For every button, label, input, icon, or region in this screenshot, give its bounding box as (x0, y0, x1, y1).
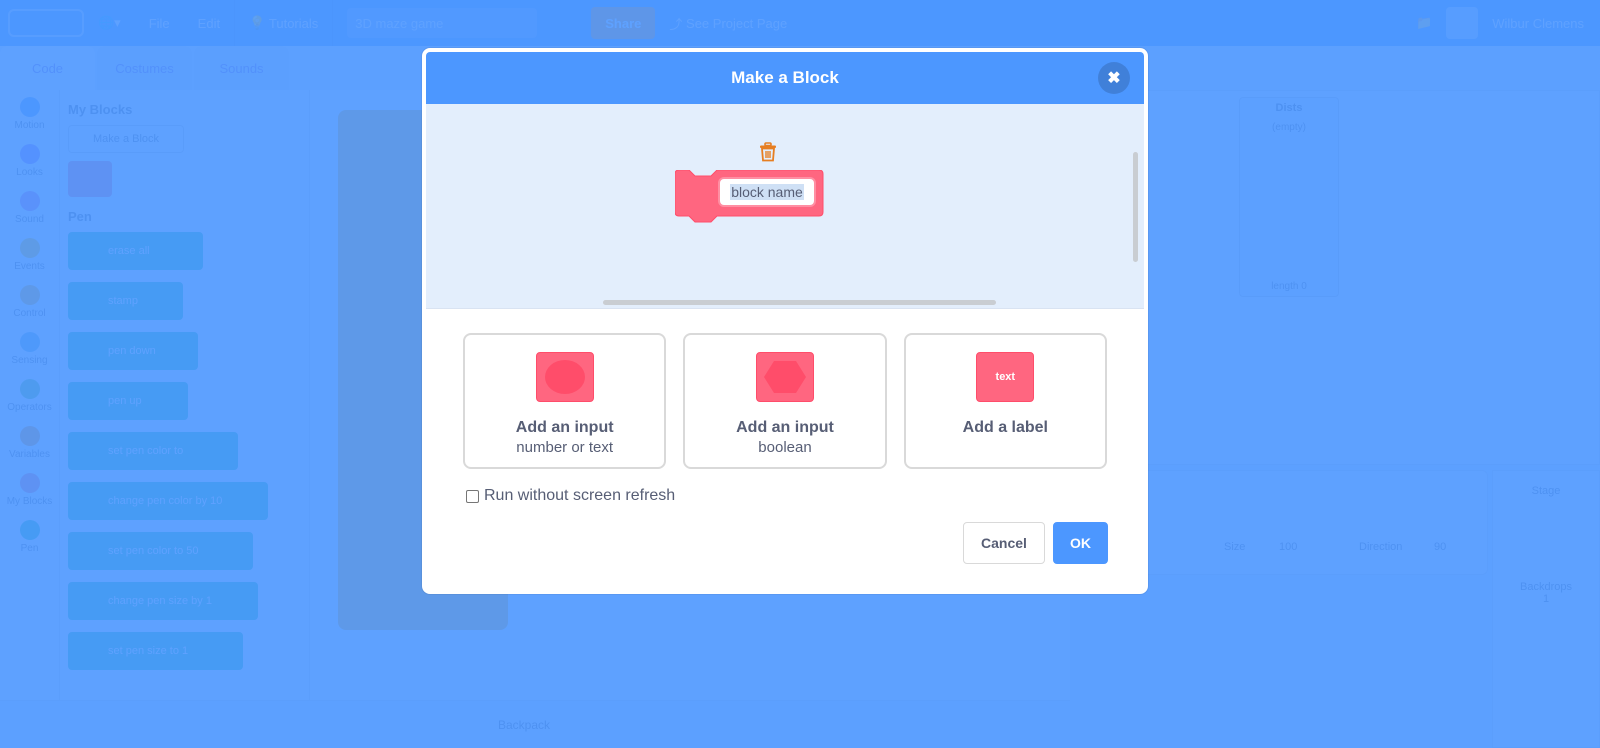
close-icon: ✖ (1107, 70, 1121, 87)
trash-icon[interactable] (759, 142, 777, 162)
add-label-button[interactable]: text Add a label (903, 333, 1107, 469)
dialog-title: Make a Block (731, 68, 839, 87)
run-without-refresh-row: Run without screen refresh (426, 469, 1144, 505)
label-icon-text: text (995, 371, 1016, 383)
block-name-text: block name (730, 184, 804, 200)
boolean-input-icon (755, 352, 814, 402)
block-name-input[interactable]: block name (718, 177, 816, 207)
option-title: Add an input (515, 419, 614, 436)
close-button[interactable]: ✖ (1098, 62, 1130, 94)
dialog-header: Make a Block ✖ (426, 52, 1144, 104)
run-without-refresh-checkbox[interactable] (466, 489, 479, 503)
block-preview-area: block name (426, 104, 1144, 309)
make-a-block-dialog: Make a Block ✖ block name Add an input n… (422, 48, 1148, 594)
vertical-scrollbar[interactable] (1133, 152, 1138, 262)
option-subtitle: number or text (516, 439, 614, 456)
option-title: Add an input (736, 419, 834, 436)
dialog-buttons: Cancel OK (963, 522, 1108, 564)
option-title: Add a label (962, 419, 1048, 436)
option-subtitle: boolean (758, 439, 812, 456)
ok-button[interactable]: OK (1053, 522, 1108, 564)
oval-input-icon (535, 352, 594, 402)
add-input-number-text-button[interactable]: Add an input number or text (463, 333, 667, 469)
cancel-button[interactable]: Cancel (963, 522, 1045, 564)
label-icon: text (976, 352, 1035, 402)
block-options: Add an input number or text Add an input… (426, 309, 1144, 469)
run-without-refresh-label[interactable]: Run without screen refresh (484, 487, 675, 505)
add-input-boolean-button[interactable]: Add an input boolean (683, 333, 887, 469)
custom-block-preview[interactable]: block name (675, 170, 824, 223)
horizontal-scrollbar[interactable] (603, 300, 996, 305)
